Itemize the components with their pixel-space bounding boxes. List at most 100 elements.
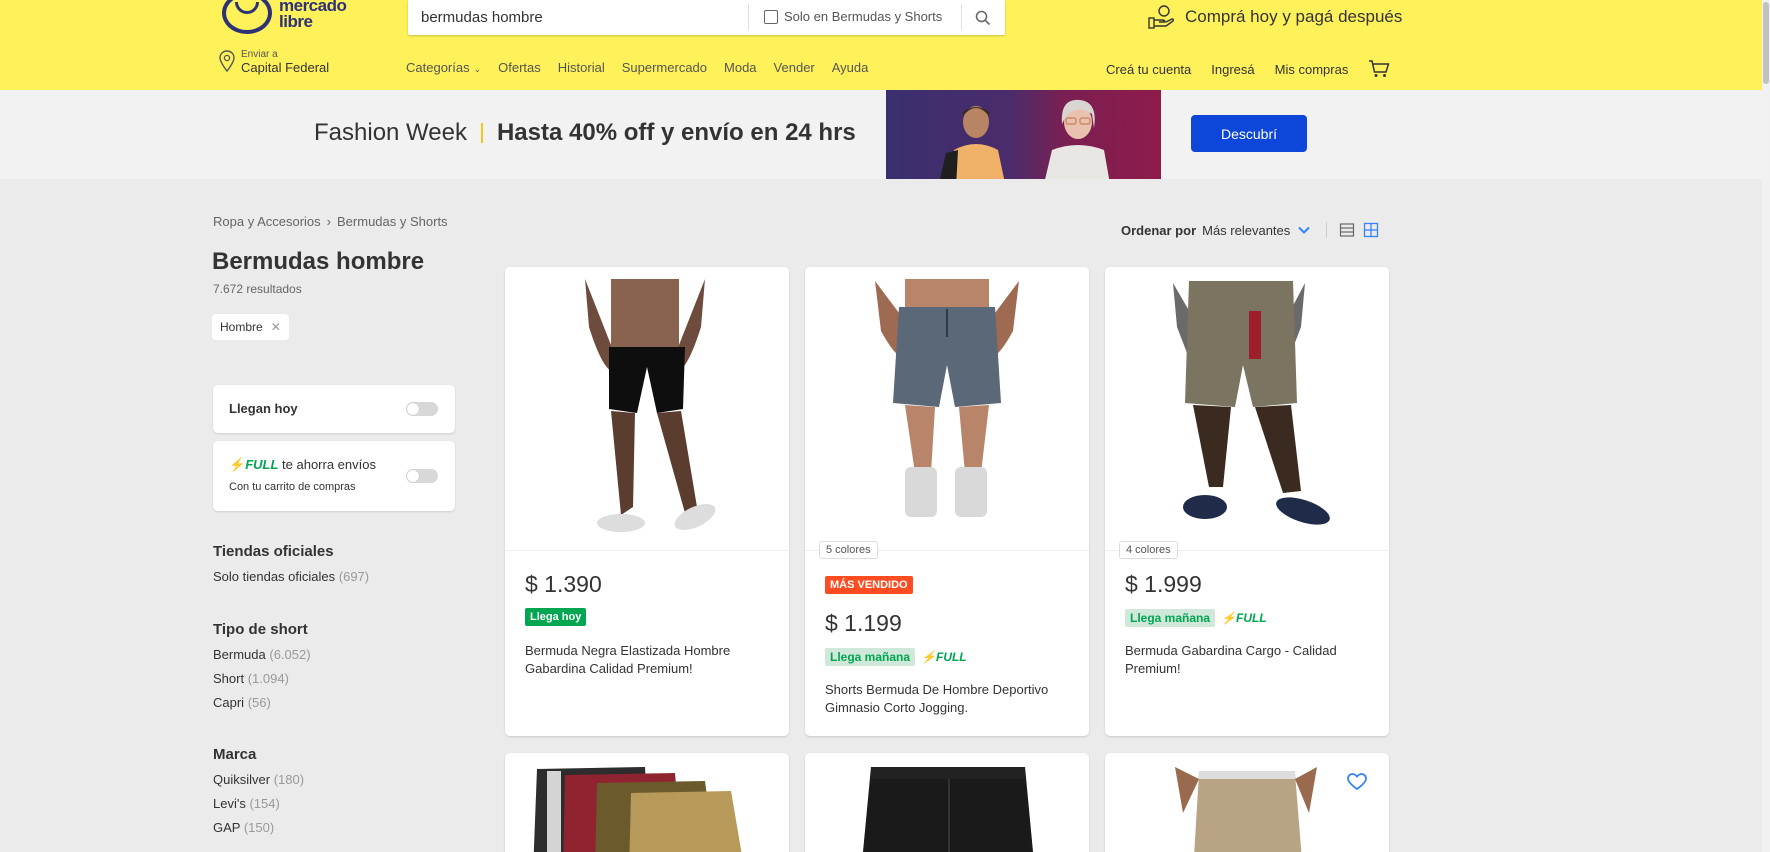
cart-icon[interactable] [1368,60,1390,78]
search-button[interactable] [961,0,1005,35]
lightning-icon: ⚡ [229,457,246,472]
filter-group-title: Tipo de short [213,621,308,638]
breadcrumb-item[interactable]: Bermudas y Shorts [337,214,448,229]
full-badge: ⚡FULL [921,650,967,664]
full-filter-title: ⚡FULL te ahorra envíos [229,457,376,472]
nav-supermercado[interactable]: Supermercado [622,60,707,75]
filter-title: Llegan hoy [229,401,298,416]
product-card[interactable]: 5 colores MÁS VENDIDO $ 1.199 Llega maña… [805,267,1089,736]
full-toggle[interactable] [406,469,438,483]
location-pin-icon [219,50,235,73]
search-input[interactable] [408,0,748,35]
full-filter-subtitle: Con tu carrito de compras [229,481,356,493]
chevron-down-icon: ⌄ [473,64,482,74]
colors-badge: 5 colores [819,541,878,559]
nav-historial[interactable]: Historial [558,60,605,75]
nav-categorias[interactable]: Categorías ⌄ [406,60,481,75]
product-price: $ 1.390 [525,571,602,597]
user-nav: Creá tu cuenta Ingresá Mis compras [1106,60,1390,78]
search-icon [975,10,991,25]
scrollbar[interactable] [1762,0,1770,852]
chip-label: Hombre [220,320,263,334]
divider [480,123,483,143]
shipping-badge: Llega mañana [825,648,916,666]
product-price: $ 1.199 [825,610,902,636]
product-card[interactable]: 4 colores $ 1.999 Llega mañana ⚡FULL Ber… [1105,267,1389,736]
filter-option[interactable]: GAP (150) [213,820,304,836]
location-selector[interactable]: Enviar a Capital Federal [218,49,329,75]
favorite-heart-icon[interactable] [1347,773,1367,791]
nav-ofertas[interactable]: Ofertas [498,60,541,75]
chevron-right-icon: › [326,214,332,229]
product-card[interactable] [805,753,1089,852]
model-image [1045,99,1110,179]
product-image-black-shorts [585,279,716,532]
location-value: Capital Federal [241,60,330,75]
login-link[interactable]: Ingresá [1211,62,1254,77]
filter-option[interactable]: Short (1.094) [213,671,311,687]
filter-group-tipo: Tipo de short Bermuda (6.052) Short (1.0… [213,621,311,719]
filter-option[interactable]: Solo tiendas oficiales (697) [213,569,369,585]
hand-coin-icon [1148,5,1175,29]
product-card[interactable] [1105,753,1389,852]
filter-group-title: Marca [213,746,257,763]
discover-button[interactable]: Descubrí [1191,115,1307,152]
nav-ayuda[interactable]: Ayuda [832,60,869,75]
filter-llegan-hoy[interactable]: Llegan hoy [213,385,455,433]
my-purchases-link[interactable]: Mis compras [1275,62,1349,77]
product-title[interactable]: Bermuda Negra Elastizada Hombre Gabardin… [525,642,775,678]
llegan-hoy-toggle[interactable] [406,402,438,416]
filter-group-marca: Marca Quiksilver (180) Levi's (154) GAP … [213,746,304,844]
product-image[interactable] [805,267,1089,551]
filter-option[interactable]: Levi's (154) [213,796,304,812]
product-title[interactable]: Bermuda Gabardina Cargo - Calidad Premiu… [1125,642,1375,678]
close-icon[interactable]: ✕ [271,320,281,334]
model-image [940,106,1005,179]
product-title[interactable]: Shorts Bermuda De Hombre Deportivo Gimna… [825,681,1075,717]
mercadolibre-logo[interactable]: mercado libre [222,0,372,34]
banner-image [886,90,1161,179]
product-image[interactable] [1105,267,1389,551]
nav-vender[interactable]: Vender [774,60,815,75]
search-bar: Solo en Bermudas y Shorts [408,0,1005,35]
breadcrumb-item[interactable]: Ropa y Accesorios [213,214,321,229]
divider [1326,222,1328,238]
filter-option[interactable]: Quiksilver (180) [213,772,304,788]
location-label: Enviar a [241,49,278,60]
header: mercado libre Solo en Bermudas y Shorts … [0,0,1762,90]
fashion-week-banner[interactable]: Fashion Week Hasta 40% off y envío en 24… [0,90,1762,179]
sort-dropdown[interactable]: Más relevantes [1202,223,1290,238]
banner-text: Fashion Week Hasta 40% off y envío en 24… [314,119,856,147]
best-seller-badge: MÁS VENDIDO [825,576,913,594]
full-badge: ⚡FULL [1221,611,1267,625]
product-image[interactable] [505,267,789,551]
applied-filter-chip[interactable]: Hombre ✕ [212,314,289,340]
scrollbar-thumb[interactable] [1763,2,1769,84]
category-filter-checkbox[interactable]: Solo en Bermudas y Shorts [764,9,942,24]
checkbox[interactable] [764,9,778,24]
create-account-link[interactable]: Creá tu cuenta [1106,62,1191,77]
grid-view-icon[interactable] [1363,222,1379,238]
handshake-icon [222,0,272,34]
category-filter-label: Solo en Bermudas y Shorts [784,9,943,24]
filter-option[interactable]: Bermuda (6.052) [213,647,311,663]
promo-link[interactable]: Comprá hoy y pagá después [1146,4,1402,30]
product-card[interactable] [505,753,789,852]
chevron-down-icon[interactable] [1298,226,1310,234]
results-count: 7.672 resultados [213,282,302,296]
shipping-info: Llega mañana ⚡FULL [1125,609,1267,627]
filter-option[interactable]: Capri (56) [213,695,311,711]
banner-subtitle: Hasta 40% off y envío en 24 hrs [496,119,856,146]
logo-text: mercado libre [279,0,347,31]
list-view-icon[interactable] [1339,222,1355,238]
sort-label: Ordenar por [1121,222,1197,238]
product-card[interactable]: $ 1.390 Llega hoy Bermuda Negra Elastiza… [505,267,789,736]
colors-badge: 4 colores [1119,541,1178,559]
sort-control: Ordenar por Más relevantes [1121,222,1379,238]
product-image-cargo-shorts [1173,281,1330,525]
product-price: $ 1.999 [1125,571,1202,597]
shipping-badge: Llega hoy [525,608,587,626]
shipping-badge: Llega mañana [1125,609,1216,627]
nav-moda[interactable]: Moda [724,60,757,75]
filter-full[interactable]: ⚡FULL te ahorra envíos Con tu carrito de… [213,441,455,511]
